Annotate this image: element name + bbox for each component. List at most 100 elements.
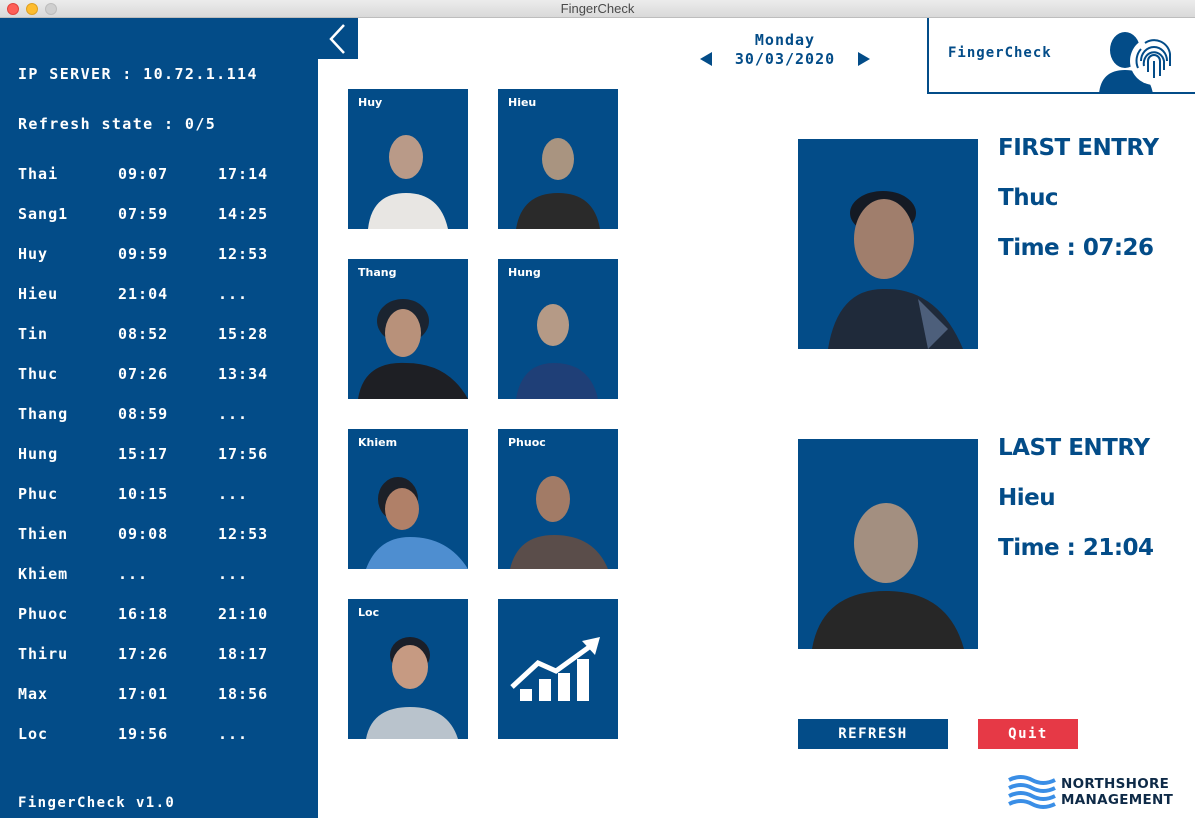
employee-name: Loc [358, 606, 380, 619]
window-title: FingerCheck [560, 1, 635, 16]
attendance-check-out: 21:10 [218, 605, 269, 623]
first-entry-time: Time : 07:26 [998, 235, 1154, 261]
attendance-check-out: 17:56 [218, 445, 269, 463]
employee-card[interactable]: Loc [348, 599, 468, 739]
employee-card[interactable]: Thang [348, 259, 468, 399]
stats-card[interactable] [498, 599, 618, 739]
person-fingerprint-icon [1099, 32, 1178, 94]
attendance-check-out: 12:53 [218, 245, 269, 263]
growth-chart-icon [510, 637, 600, 701]
attendance-check-in: 10:15 [118, 485, 169, 503]
company-name-line2: MANAGEMENT [1061, 792, 1174, 808]
attendance-check-in: 21:04 [118, 285, 169, 303]
wave-logo-icon [1008, 775, 1056, 809]
attendance-check-in: ... [118, 565, 149, 583]
attendance-check-out: ... [218, 725, 249, 743]
employee-name: Hieu [508, 96, 537, 109]
attendance-check-out: 18:56 [218, 685, 269, 703]
attendance-check-in: 08:59 [118, 405, 169, 423]
attendance-name: Thiru [18, 645, 69, 663]
quit-button[interactable]: Quit [978, 719, 1078, 749]
employee-photo [358, 299, 468, 399]
last-entry-heading: LAST ENTRY [998, 435, 1150, 461]
app-logo-box: FingerCheck [927, 18, 1195, 94]
attendance-name: Khiem [18, 565, 69, 583]
employee-photo [510, 476, 608, 569]
attendance-check-out: 15:28 [218, 325, 269, 343]
employee-name: Huy [358, 96, 383, 109]
last-entry-portrait [812, 503, 964, 649]
attendance-check-in: 08:52 [118, 325, 169, 343]
employee-card[interactable]: Khiem [348, 429, 468, 569]
chevron-left-icon [329, 23, 345, 54]
attendance-name: Thien [18, 525, 69, 543]
employee-name: Hung [508, 266, 541, 279]
employee-name: Phuoc [508, 436, 546, 449]
employee-photo [516, 138, 600, 229]
attendance-check-out: 12:53 [218, 525, 269, 543]
employee-photo [516, 304, 598, 399]
refresh-state-label: Refresh state : 0/5 [18, 115, 217, 133]
attendance-name: Sang1 [18, 205, 69, 223]
attendance-name: Thang [18, 405, 69, 423]
app-logo-name: FingerCheck [948, 45, 1052, 61]
company-name: NORTHSHORE MANAGEMENT [1061, 776, 1173, 808]
employee-name: Khiem [358, 436, 398, 449]
attendance-check-in: 07:59 [118, 205, 169, 223]
attendance-name: Max [18, 685, 49, 703]
window-titlebar: FingerCheck [0, 0, 1195, 18]
attendance-name: Hung [18, 445, 59, 463]
attendance-name: Hieu [18, 285, 59, 303]
attendance-check-in: 19:56 [118, 725, 169, 743]
employee-card[interactable]: Huy [348, 89, 468, 229]
employee-card[interactable]: Hieu [498, 89, 618, 229]
attendance-name: Loc [18, 725, 49, 743]
first-entry-photo [798, 139, 978, 349]
ip-server-label: IP SERVER : 10.72.1.114 [18, 65, 258, 83]
last-entry-time: Time : 21:04 [998, 535, 1154, 561]
first-entry-portrait [828, 191, 963, 349]
last-entry-name: Hieu [998, 485, 1056, 511]
attendance-check-in: 17:01 [118, 685, 169, 703]
back-button[interactable] [318, 18, 358, 59]
first-entry-heading: FIRST ENTRY [998, 135, 1159, 161]
attendance-check-out: 14:25 [218, 205, 269, 223]
attendance-sidebar: IP SERVER : 10.72.1.114 Refresh state : … [0, 18, 318, 818]
attendance-check-in: 09:59 [118, 245, 169, 263]
last-entry-photo [798, 439, 978, 649]
date-label: 30/03/2020 [734, 50, 836, 68]
attendance-name: Phuc [18, 485, 59, 503]
attendance-name: Tin [18, 325, 49, 343]
attendance-name: Huy [18, 245, 49, 263]
day-label: Monday [754, 31, 816, 49]
attendance-name: Thai [18, 165, 59, 183]
attendance-name: Phuoc [18, 605, 69, 623]
attendance-check-out: ... [218, 285, 249, 303]
attendance-check-in: 16:18 [118, 605, 169, 623]
employee-photo [366, 477, 468, 569]
attendance-check-out: 13:34 [218, 365, 269, 383]
employee-name: Thang [358, 266, 397, 279]
attendance-check-out: ... [218, 565, 249, 583]
attendance-check-in: 07:26 [118, 365, 169, 383]
first-entry-name: Thuc [998, 185, 1059, 211]
employee-card[interactable]: Phuoc [498, 429, 618, 569]
attendance-check-out: ... [218, 485, 249, 503]
company-name-line1: NORTHSHORE [1061, 776, 1170, 792]
attendance-check-out: ... [218, 405, 249, 423]
attendance-check-out: 18:17 [218, 645, 269, 663]
refresh-button[interactable]: REFRESH [798, 719, 948, 749]
employee-photo [368, 135, 448, 229]
attendance-check-in: 17:26 [118, 645, 169, 663]
version-label: FingerCheck v1.0 [18, 795, 176, 811]
company-logo: NORTHSHORE MANAGEMENT [1007, 774, 1192, 810]
triangle-right-icon[interactable] [858, 52, 870, 66]
attendance-check-out: 17:14 [218, 165, 269, 183]
employee-card[interactable]: Hung [498, 259, 618, 399]
attendance-check-in: 15:17 [118, 445, 169, 463]
attendance-name: Thuc [18, 365, 59, 383]
triangle-left-icon[interactable] [700, 52, 712, 66]
attendance-check-in: 09:07 [118, 165, 169, 183]
employee-photo [366, 637, 458, 739]
attendance-check-in: 09:08 [118, 525, 169, 543]
